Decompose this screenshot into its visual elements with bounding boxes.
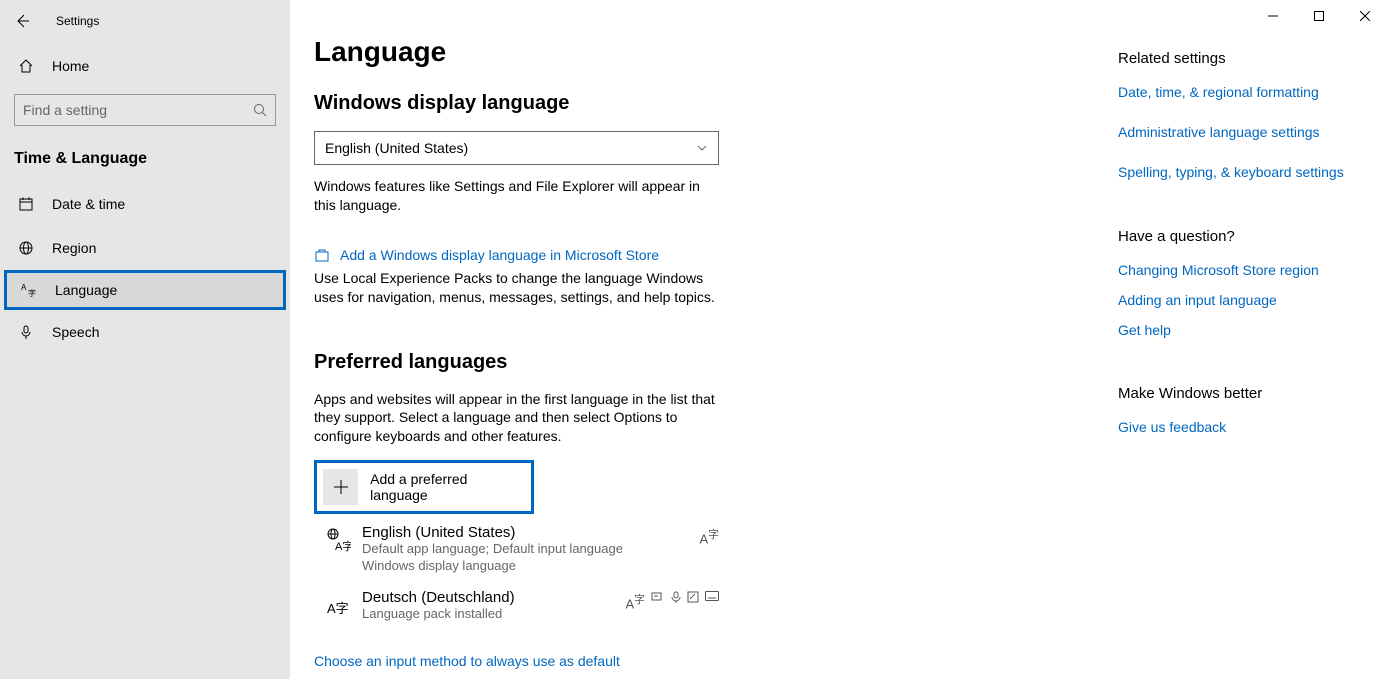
- minimize-button[interactable]: [1250, 0, 1296, 32]
- right-panel: Related settings Date, time, & regional …: [1118, 36, 1348, 659]
- globe-icon: [18, 240, 34, 256]
- better-heading: Make Windows better: [1118, 385, 1348, 402]
- settings-title: Settings: [44, 14, 99, 28]
- store-icon: [314, 247, 330, 263]
- display-language-heading: Windows display language: [314, 92, 1034, 115]
- question-link-store-region[interactable]: Changing Microsoft Store region: [1118, 261, 1319, 279]
- related-link-admin[interactable]: Administrative language settings: [1118, 123, 1320, 141]
- window-controls: [1250, 0, 1388, 32]
- microphone-icon: [18, 324, 34, 340]
- back-button[interactable]: [0, 0, 44, 42]
- language-icon: A字: [21, 282, 37, 298]
- language-sub1: Default app language; Default input lang…: [362, 541, 623, 558]
- language-sub2: Windows display language: [362, 558, 623, 575]
- home-label: Home: [34, 58, 89, 74]
- related-link-date-time[interactable]: Date, time, & regional formatting: [1118, 83, 1319, 101]
- display-language-feature-icon: A字: [700, 526, 720, 546]
- language-glyph-icon: A字: [318, 589, 358, 617]
- language-sub1: Language pack installed: [362, 606, 515, 623]
- related-link-spelling[interactable]: Spelling, typing, & keyboard settings: [1118, 163, 1344, 181]
- plus-icon: [323, 469, 358, 505]
- input-method-label: Choose an input method to always use as …: [314, 653, 620, 669]
- close-button[interactable]: [1342, 0, 1388, 32]
- store-helper: Use Local Experience Packs to change the…: [314, 269, 719, 307]
- chevron-down-icon: [696, 142, 708, 154]
- store-language-link[interactable]: Add a Windows display language in Micros…: [314, 247, 1034, 263]
- speech-feature-icon: [671, 591, 681, 611]
- add-preferred-language-button[interactable]: Add a preferred language: [314, 460, 534, 514]
- display-language-helper: Windows features like Settings and File …: [314, 177, 719, 215]
- preferred-heading: Preferred languages: [314, 351, 1034, 374]
- sidebar-item-language[interactable]: A字 Language: [4, 270, 286, 310]
- search-input[interactable]: [14, 94, 276, 126]
- add-language-label: Add a preferred language: [370, 471, 525, 503]
- sidebar-item-date-time[interactable]: Date & time: [0, 182, 290, 226]
- related-heading: Related settings: [1118, 50, 1348, 67]
- category-label: Time & Language: [0, 140, 290, 182]
- tts-feature-icon: [651, 591, 665, 611]
- language-name: Deutsch (Deutschland): [362, 589, 515, 606]
- sidebar-item-label: Language: [37, 282, 117, 298]
- svg-text:字: 字: [28, 288, 36, 298]
- svg-text:A字: A字: [335, 539, 351, 552]
- dropdown-value: English (United States): [325, 140, 468, 156]
- sidebar-item-label: Date & time: [34, 196, 125, 212]
- language-entry-english[interactable]: A字 English (United States) Default app l…: [314, 514, 719, 579]
- feedback-link[interactable]: Give us feedback: [1118, 418, 1226, 436]
- home-icon: [18, 58, 34, 74]
- search-field[interactable]: [23, 102, 253, 118]
- preferred-helper: Apps and websites will appear in the fir…: [314, 390, 719, 447]
- svg-text:A字: A字: [327, 601, 349, 616]
- sidebar-item-region[interactable]: Region: [0, 226, 290, 270]
- display-language-dropdown[interactable]: English (United States): [314, 131, 719, 165]
- handwriting-feature-icon: [687, 591, 699, 611]
- input-method-link[interactable]: Choose an input method to always use as …: [314, 653, 1034, 669]
- sidebar-item-label: Region: [34, 240, 96, 256]
- language-glyph-icon: A字: [318, 524, 358, 552]
- language-entry-german[interactable]: A字 Deutsch (Deutschland) Language pack i…: [314, 579, 719, 627]
- svg-text:A: A: [21, 283, 27, 292]
- maximize-button[interactable]: [1296, 0, 1342, 32]
- question-heading: Have a question?: [1118, 228, 1348, 245]
- store-link-label: Add a Windows display language in Micros…: [340, 247, 659, 263]
- home-button[interactable]: Home: [0, 46, 290, 86]
- display-language-feature-icon: A字: [626, 591, 646, 611]
- page-title: Language: [314, 36, 1034, 68]
- sidebar: Settings Home Time & Language Date & tim…: [0, 0, 290, 679]
- sidebar-item-label: Speech: [34, 324, 99, 340]
- keyboard-feature-icon: [705, 591, 719, 611]
- language-name: English (United States): [362, 524, 623, 541]
- clock-icon: [18, 196, 34, 212]
- question-link-input-lang[interactable]: Adding an input language: [1118, 291, 1277, 309]
- sidebar-item-speech[interactable]: Speech: [0, 310, 290, 354]
- search-icon: [253, 103, 267, 117]
- question-link-help[interactable]: Get help: [1118, 321, 1171, 339]
